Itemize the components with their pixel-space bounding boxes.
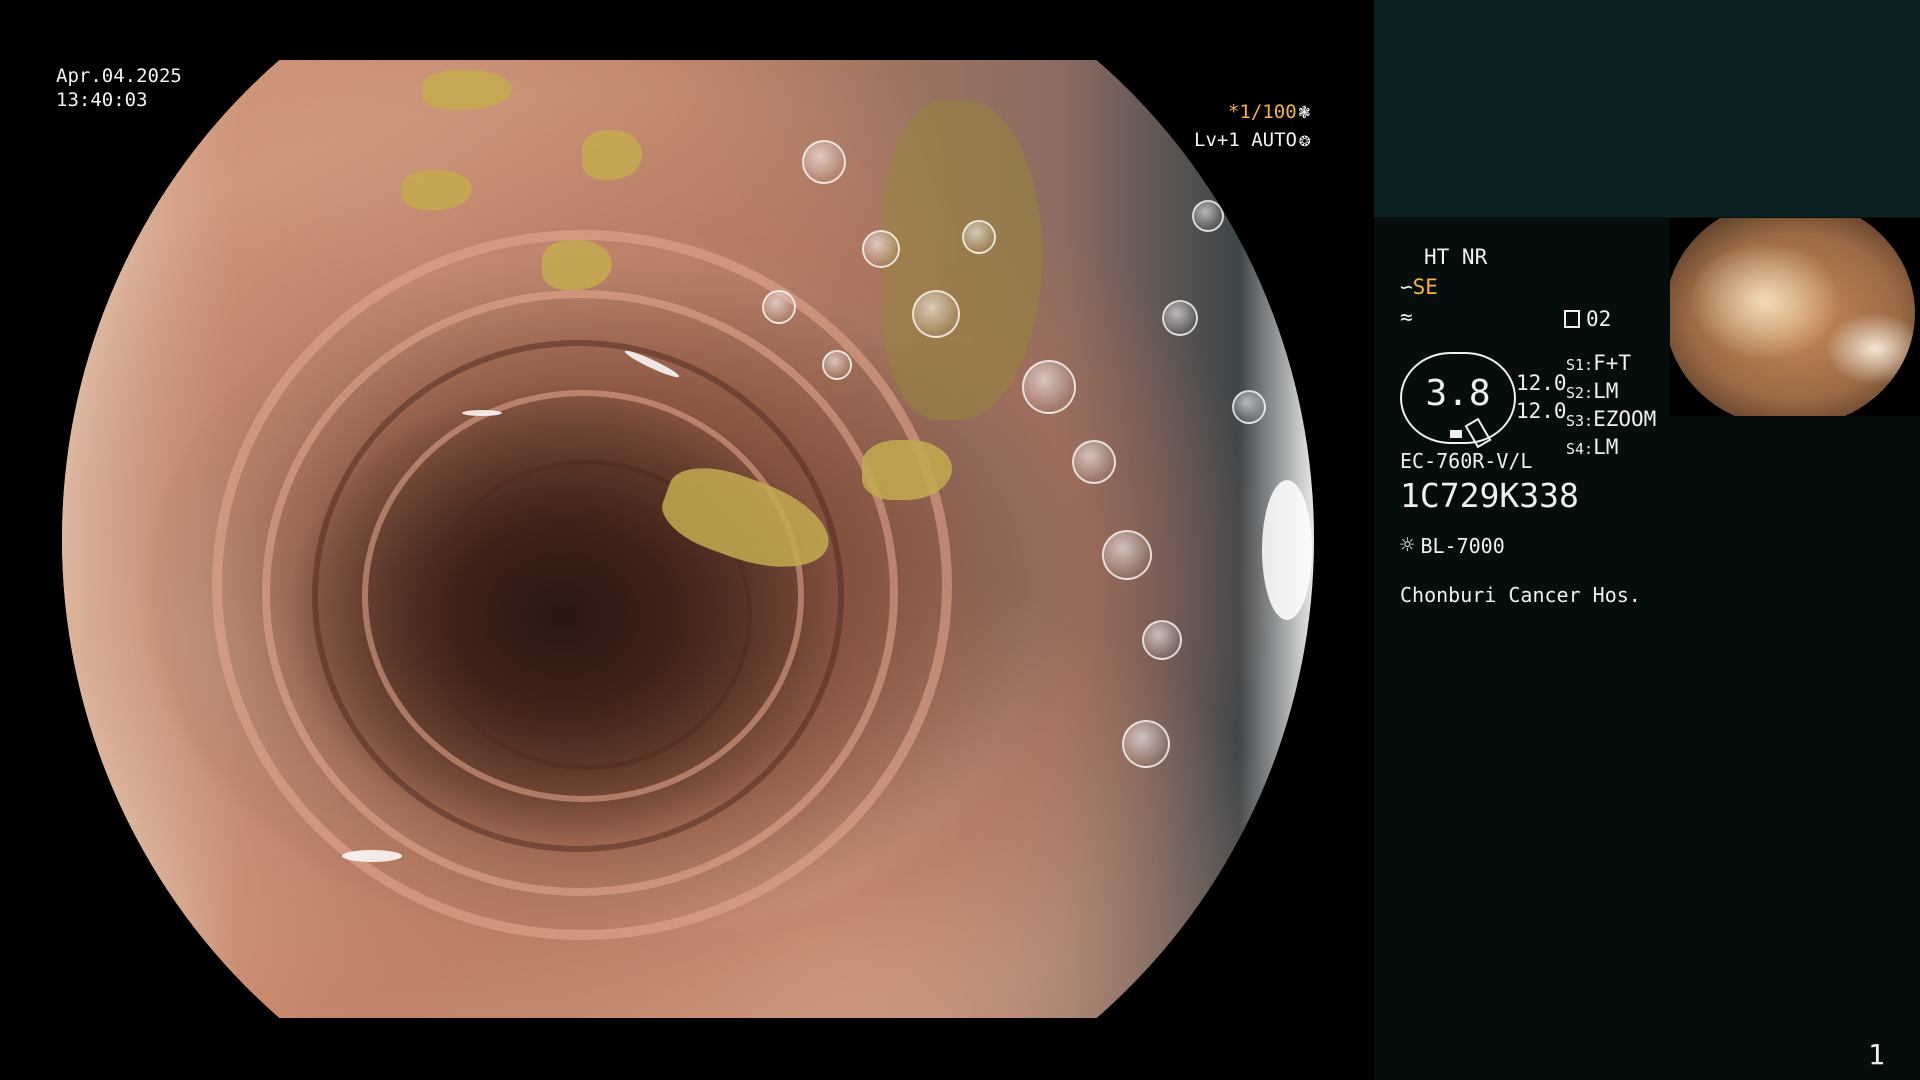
zoom-position-marker	[1450, 430, 1462, 438]
light-source: ☼ BL-7000	[1400, 532, 1505, 559]
setting-value-2: 12.0	[1516, 399, 1567, 423]
color-enhance-icon: ≈	[1400, 305, 1413, 329]
capture-time: 13:40:03	[56, 89, 148, 111]
air-bubble	[762, 290, 796, 324]
shutter-icon: ❃	[1298, 101, 1311, 123]
air-bubble	[802, 140, 846, 184]
auto-iris-icon: ❂	[1298, 129, 1311, 151]
endoscope-image	[62, 60, 1314, 1018]
air-bubble	[1192, 200, 1224, 232]
switch-s1: S1:F+T	[1566, 351, 1632, 375]
brightness-level-value: Lv+1 AUTO	[1194, 129, 1297, 151]
light-source-model: BL-7000	[1420, 534, 1505, 558]
air-bubble	[1122, 720, 1170, 768]
structure-enhance: ∽SE	[1400, 274, 1438, 300]
air-bubble	[1232, 390, 1266, 424]
stool-debris	[582, 130, 642, 180]
scope-serial: 1C729K338	[1400, 476, 1579, 515]
air-bubble	[1072, 440, 1116, 484]
memory-card-icon	[1564, 310, 1580, 328]
page-number: 1	[1868, 1038, 1885, 1071]
air-bubble	[1022, 360, 1076, 414]
structure-enhance-icon: ∽	[1400, 275, 1413, 299]
memory-channel-value: 02	[1586, 307, 1612, 331]
brightness-level: Lv+1 AUTO ❂	[1194, 128, 1310, 152]
stool-debris	[402, 170, 472, 210]
air-bubble	[1102, 530, 1152, 580]
air-bubble	[962, 220, 996, 254]
setting-value-1: 12.0	[1516, 371, 1567, 395]
air-bubble	[822, 350, 852, 380]
shutter-speed: *1/100 ❃	[1228, 100, 1310, 124]
capture-date: Apr.04.2025	[56, 65, 182, 87]
air-bubble	[862, 230, 900, 268]
memory-channel: 02	[1564, 306, 1611, 332]
air-bubble	[912, 290, 960, 338]
specular-reflection	[342, 850, 402, 862]
magnification-value: 3.8	[1425, 373, 1491, 414]
info-panel-header	[1374, 0, 1920, 217]
thumbnail-image	[1670, 218, 1915, 416]
scope-model: EC-760R-V/L	[1400, 449, 1533, 473]
scope-switch-list: S1:F+T S2:LM S3:EZOOM S4:LM	[1566, 350, 1656, 462]
shutter-speed-value: *1/100	[1228, 101, 1297, 123]
air-bubble	[1142, 620, 1182, 660]
structure-enhance-label: SE	[1412, 275, 1438, 299]
switch-s2: S2:LM	[1566, 379, 1619, 403]
stool-debris	[422, 70, 512, 110]
reference-thumbnail	[1670, 218, 1920, 416]
institution-name: Chonburi Cancer Hos.	[1400, 583, 1641, 607]
specular-reflection	[1262, 480, 1312, 620]
light-source-icon: ☼	[1400, 531, 1415, 559]
air-bubble	[1162, 300, 1198, 336]
image-mode: HT NR	[1424, 245, 1488, 269]
stool-debris	[882, 100, 1042, 420]
switch-s4: S4:LM	[1566, 435, 1619, 459]
specular-reflection	[462, 410, 502, 416]
switch-s3: S3:EZOOM	[1566, 407, 1657, 431]
